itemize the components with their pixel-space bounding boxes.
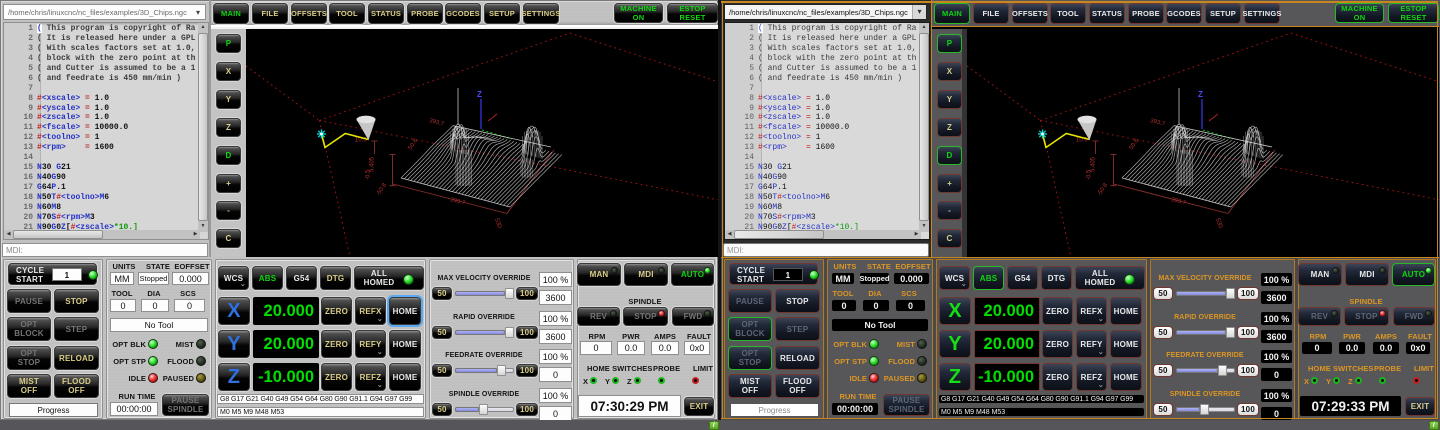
svg-text:-0.5: -0.5 [366,169,372,180]
svg-text:393.7: 393.7 [429,118,446,128]
svg-text:-50.8: -50.8 [376,182,389,197]
svg-text:Z: Z [477,90,482,99]
svg-text:5.405: 5.405 [370,156,376,172]
svg-text:393.7: 393.7 [450,197,467,207]
svg-text:530: 530 [493,218,502,230]
svg-text:50.8: 50.8 [408,137,420,151]
svg-text:5.405: 5.405 [1091,156,1097,172]
svg-text:-50.8: -50.8 [1097,182,1110,197]
svg-text:530: 530 [1214,218,1223,230]
svg-text:-0.5: -0.5 [1087,169,1093,180]
svg-text:Z: Z [1198,90,1203,99]
svg-text:393.7: 393.7 [1150,118,1167,128]
svg-text:393.7: 393.7 [1171,197,1188,207]
svg-text:50.8: 50.8 [1129,137,1141,151]
